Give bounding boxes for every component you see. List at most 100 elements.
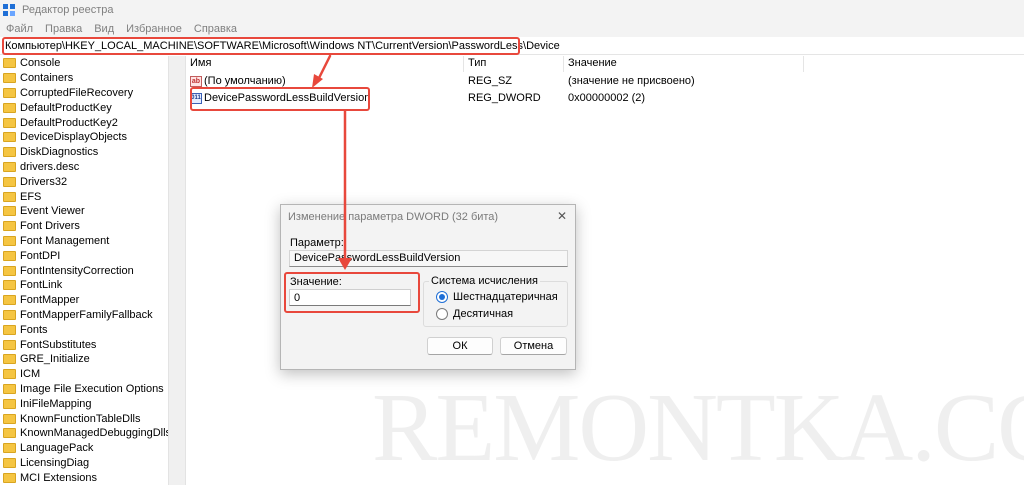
window-title: Редактор реестра <box>22 4 114 16</box>
tree-item[interactable]: KnownFunctionTableDlls <box>0 411 168 426</box>
tree-item-label: IniFileMapping <box>20 397 92 410</box>
tree-item-label: Drivers32 <box>20 175 68 188</box>
tree-item[interactable]: FontMapper <box>0 293 168 308</box>
tree-item-label: Image File Execution Options <box>20 382 164 395</box>
tree-item[interactable]: LanguagePack <box>0 441 168 456</box>
radio-hexadecimal[interactable]: Шестнадцатеричная <box>436 291 558 303</box>
tree-item[interactable]: CorruptedFileRecovery <box>0 86 168 101</box>
column-header-type[interactable]: Тип <box>464 56 564 72</box>
tree-item[interactable]: drivers.desc <box>0 160 168 175</box>
tree-item[interactable]: Image File Execution Options <box>0 382 168 397</box>
tree-item-label: KnownManagedDebuggingDlls <box>20 427 168 440</box>
radio-unchecked-icon[interactable] <box>436 308 448 320</box>
tree-item-label: FontLink <box>20 279 63 292</box>
string-value-icon: ab <box>190 75 202 87</box>
tree-item-label: LicensingDiag <box>20 456 90 469</box>
folder-icon <box>3 73 16 84</box>
radio-checked-icon[interactable] <box>436 291 448 303</box>
radio-label: Десятичная <box>453 308 514 320</box>
value-data: 0x00000002 (2) <box>568 92 646 104</box>
tree-item-label: Console <box>20 57 61 70</box>
tree-item[interactable]: DefaultProductKey <box>0 100 168 115</box>
tree-item[interactable]: ICM <box>0 367 168 382</box>
tree-item-label: MCI Extensions <box>20 471 98 484</box>
folder-icon <box>3 354 16 365</box>
tree-item[interactable]: DeviceDisplayObjects <box>0 130 168 145</box>
tree-item-label: Containers <box>20 72 74 85</box>
folder-icon <box>3 280 16 291</box>
tree-item[interactable]: DiskDiagnostics <box>0 145 168 160</box>
folder-icon <box>3 383 16 394</box>
folder-icon <box>3 191 16 202</box>
folder-icon <box>3 324 16 335</box>
key-tree[interactable]: Console Containers CorruptedFileRecovery De… <box>0 56 168 485</box>
cancel-button[interactable]: Отмена <box>500 337 567 355</box>
menu-help[interactable]: Справка <box>188 23 243 35</box>
folder-icon <box>3 413 16 424</box>
tree-item[interactable]: Containers <box>0 71 168 86</box>
tree-item-label: FontMapperFamilyFallback <box>20 308 153 321</box>
folder-icon <box>3 176 16 187</box>
pane-splitter[interactable] <box>168 56 186 485</box>
tree-item[interactable]: FontIntensityCorrection <box>0 263 168 278</box>
base-group-title: Система исчисления <box>429 275 540 287</box>
tree-item-label: KnownFunctionTableDlls <box>20 412 141 425</box>
folder-icon <box>3 443 16 454</box>
tree-item-label: LanguagePack <box>20 442 94 455</box>
folder-icon <box>3 428 16 439</box>
folder-icon <box>3 250 16 261</box>
menu-edit[interactable]: Правка <box>39 23 88 35</box>
tree-item[interactable]: EFS <box>0 189 168 204</box>
folder-icon <box>3 102 16 113</box>
tree-item[interactable]: FontLink <box>0 278 168 293</box>
menu-view[interactable]: Вид <box>88 23 120 35</box>
address-highlight-frame <box>2 37 520 55</box>
value-name: (По умолчанию) <box>204 75 286 87</box>
tree-item[interactable]: DefaultProductKey2 <box>0 115 168 130</box>
edit-dword-dialog: Изменение параметра DWORD (32 бита) ✕ Па… <box>280 204 576 370</box>
tree-item[interactable]: Console <box>0 56 168 71</box>
tree-item[interactable]: Event Viewer <box>0 204 168 219</box>
tree-item[interactable]: Fonts <box>0 322 168 337</box>
ok-button[interactable]: ОК <box>427 337 493 355</box>
tree-item[interactable]: KnownManagedDebuggingDlls <box>0 426 168 441</box>
tree-item[interactable]: FontSubstitutes <box>0 337 168 352</box>
tree-item[interactable]: Font Management <box>0 234 168 249</box>
list-header: Имя Тип Значение <box>186 56 1024 72</box>
tree-item[interactable]: MCI Extensions <box>0 470 168 485</box>
folder-icon <box>3 398 16 409</box>
menu-file[interactable]: Файл <box>0 23 39 35</box>
column-header-value[interactable]: Значение <box>564 56 804 72</box>
tree-item-label: DefaultProductKey <box>20 101 112 114</box>
column-header-name[interactable]: Имя <box>186 56 464 72</box>
tree-item-label: Event Viewer <box>20 205 85 218</box>
folder-icon <box>3 265 16 276</box>
folder-icon <box>3 472 16 483</box>
tree-item-label: CorruptedFileRecovery <box>20 86 134 99</box>
folder-icon <box>3 295 16 306</box>
folder-icon <box>3 58 16 69</box>
folder-icon <box>3 206 16 217</box>
folder-icon <box>3 221 16 232</box>
tree-item[interactable]: GRE_Initialize <box>0 352 168 367</box>
tree-item[interactable]: Drivers32 <box>0 174 168 189</box>
folder-icon <box>3 147 16 158</box>
close-icon[interactable]: ✕ <box>557 209 567 223</box>
value-type: REG_SZ <box>468 75 513 87</box>
tree-item-label: FontDPI <box>20 249 61 262</box>
folder-icon <box>3 235 16 246</box>
tree-item[interactable]: Font Drivers <box>0 219 168 234</box>
tree-item[interactable]: IniFileMapping <box>0 396 168 411</box>
tree-item[interactable]: FontMapperFamilyFallback <box>0 308 168 323</box>
tree-item[interactable]: FontDPI <box>0 248 168 263</box>
address-bar[interactable]: Компьютер\HKEY_LOCAL_MACHINE\SOFTWARE\Mi… <box>0 37 1024 55</box>
tree-item-label: DiskDiagnostics <box>20 146 99 159</box>
radio-decimal[interactable]: Десятичная <box>436 308 513 320</box>
tree-item-label: ICM <box>20 368 41 381</box>
title-bar: Редактор реестра <box>0 0 1024 20</box>
tree-item[interactable]: LicensingDiag <box>0 456 168 471</box>
value-input-highlight-frame <box>284 272 420 313</box>
menu-favorites[interactable]: Избранное <box>120 23 188 35</box>
folder-icon <box>3 457 16 468</box>
param-label: Параметр: <box>290 237 344 249</box>
